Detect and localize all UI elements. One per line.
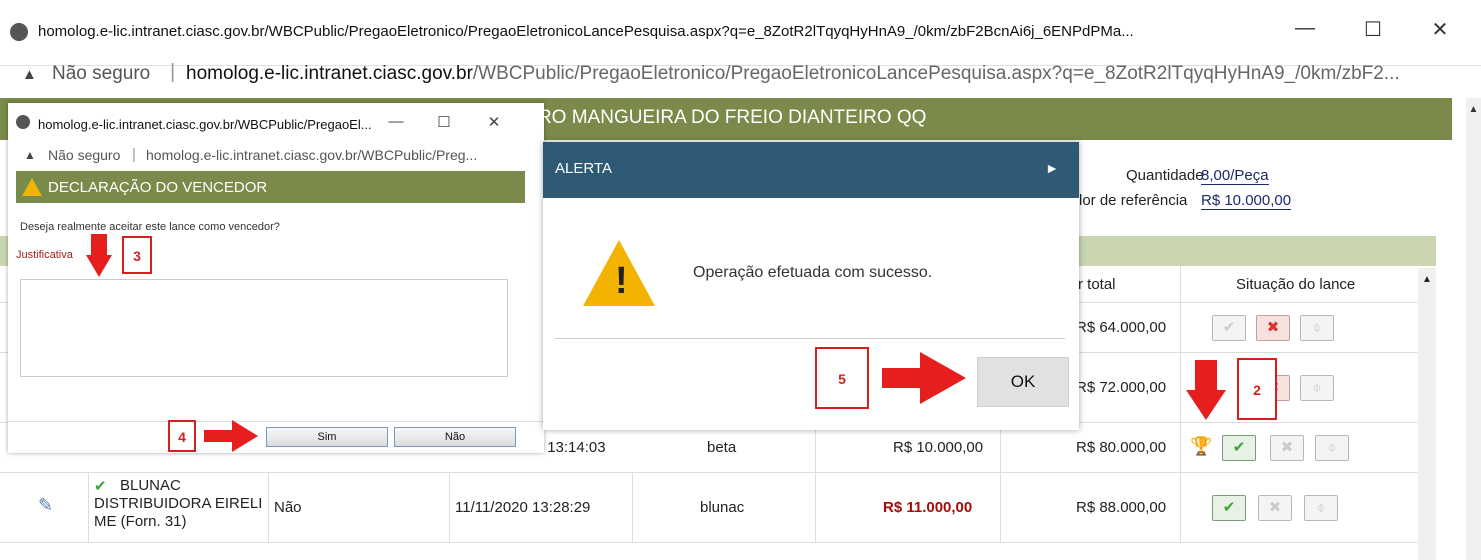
not-secure-label: Não seguro: [48, 147, 121, 163]
header-situation: Situação do lance: [1236, 276, 1356, 293]
down-arrow: [91, 234, 107, 256]
no-button[interactable]: Não: [394, 427, 516, 447]
row-total: R$ 72.000,00: [1076, 379, 1167, 396]
row-value: R$ 11.000,00: [883, 499, 973, 516]
declaration-header: DECLARAÇÃO DO VENCEDOR: [16, 171, 525, 203]
popup-url[interactable]: homolog.e-lic.intranet.ciasc.gov.br/WBCP…: [146, 147, 477, 163]
reject-button-disabled: ✖: [1270, 435, 1304, 461]
accept-button[interactable]: ✔: [1212, 495, 1246, 521]
warning-icon: ▲: [22, 66, 37, 83]
alert-dialog: ALERTA ► ! Operação efetuada com sucesso.…: [543, 142, 1079, 430]
annotation-box-4: 4: [168, 420, 196, 452]
reference-label: lor de referência: [1079, 192, 1188, 209]
justification-input[interactable]: [20, 279, 508, 377]
address-url[interactable]: homolog.e-lic.intranet.ciasc.gov.br/WBCP…: [186, 63, 1466, 85]
not-secure-label: Não seguro: [52, 63, 151, 84]
row-date: 11/11/2020 13:28:29: [455, 499, 591, 516]
address-bar[interactable]: ▲ Não seguro | homolog.e-lic.intranet.ci…: [0, 52, 1481, 98]
confirm-question: Deseja realmente aceitar este lance como…: [20, 221, 280, 233]
row-flag: Não: [274, 499, 302, 516]
warning-icon: ▲: [24, 148, 36, 162]
popup-minimize-button[interactable]: —: [384, 113, 408, 130]
globe-icon: [16, 115, 30, 129]
warning-icon: [22, 178, 42, 196]
address-separator: |: [170, 61, 176, 83]
row-total: R$ 64.000,00: [1076, 319, 1167, 336]
right-arrow: [882, 368, 922, 388]
alert-divider: [555, 338, 1065, 339]
edit-icon[interactable]: ✎: [38, 495, 53, 516]
down-arrow-head: [1186, 390, 1226, 420]
attachment-icon[interactable]: ⌽: [1304, 495, 1338, 521]
row-user: beta: [707, 439, 737, 456]
exclamation-glyph: !: [615, 260, 628, 302]
popup-title: homolog.e-lic.intranet.ciasc.gov.br/WBCP…: [38, 117, 372, 132]
reject-button-disabled: ✖: [1258, 495, 1292, 521]
accept-button-disabled: ✔: [1212, 315, 1246, 341]
alert-header: ALERTA ►: [543, 142, 1079, 198]
right-arrow-head: [232, 420, 258, 452]
attachment-icon[interactable]: ⌽: [1315, 435, 1349, 461]
row-user: blunac: [700, 499, 745, 516]
quantity-label: Quantidade: [1126, 167, 1204, 184]
ok-button[interactable]: OK: [977, 357, 1069, 407]
popup-maximize-button[interactable]: ☐: [432, 113, 456, 131]
window-title: homolog.e-lic.intranet.ciasc.gov.br/WBCP…: [38, 23, 1134, 40]
popup-address-bar[interactable]: ▲ Não seguro | homolog.e-lic.intranet.ci…: [8, 143, 544, 171]
row-total: R$ 80.000,00: [1076, 439, 1167, 456]
reject-button[interactable]: ✖: [1256, 315, 1290, 341]
address-separator: |: [132, 146, 136, 163]
justification-label: Justificativa: [16, 249, 73, 261]
table-scrollbar[interactable]: ▲: [1418, 268, 1436, 560]
right-arrow: [204, 430, 234, 442]
minimize-button[interactable]: —: [1290, 17, 1320, 40]
row-value: R$ 10.000,00: [893, 439, 984, 456]
page-scrollbar[interactable]: ▲: [1466, 98, 1481, 560]
header-total: r total: [1078, 276, 1116, 293]
alert-message: Operação efetuada com sucesso.: [693, 264, 933, 281]
annotation-box-2: 2: [1237, 358, 1277, 420]
attachment-icon[interactable]: ⌽: [1300, 375, 1334, 401]
accept-button[interactable]: ✔: [1222, 435, 1256, 461]
play-icon: ►: [1045, 160, 1059, 176]
yes-button[interactable]: Sim: [266, 427, 388, 447]
annotation-box-5: 5: [815, 347, 869, 409]
table-row: ✎ ✔ BLUNAC DISTRIBUIDORA EIRELI ME (Forn…: [0, 473, 1418, 543]
declaration-popup: homolog.e-lic.intranet.ciasc.gov.br/WBCP…: [8, 103, 544, 453]
down-arrow-head: [86, 255, 112, 277]
right-arrow-head: [920, 352, 966, 404]
down-arrow: [1195, 360, 1217, 390]
globe-icon: [10, 23, 28, 41]
reference-value: R$ 10.000,00: [1201, 192, 1292, 210]
maximize-button[interactable]: ☐: [1358, 17, 1388, 42]
popup-close-button[interactable]: ✕: [482, 113, 506, 131]
attachment-icon[interactable]: ⌽: [1300, 315, 1334, 341]
row-supplier: BLUNAC DISTRIBUIDORA EIRELI ME (Forn. 31…: [94, 477, 263, 530]
quantity-value: 8,00/Peça: [1201, 167, 1269, 185]
row-total: R$ 88.000,00: [1076, 499, 1167, 516]
annotation-box-3: 3: [122, 236, 152, 274]
trophy-icon: 🏆: [1190, 436, 1213, 456]
close-button[interactable]: ✕: [1425, 17, 1455, 42]
